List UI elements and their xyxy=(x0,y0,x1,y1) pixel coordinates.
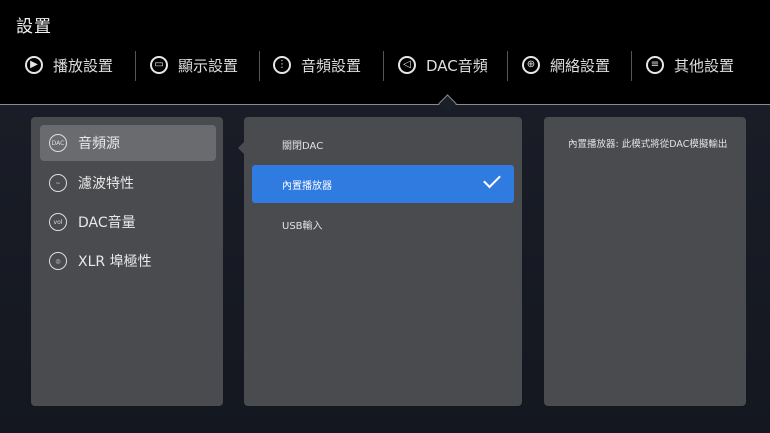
speaker-icon: ◁ xyxy=(398,56,416,74)
audio-wave-icon: ⋮ xyxy=(273,56,291,74)
top-bar: 設置 ▶ 播放設置 ▭ 顯示設置 ⋮ 音頻設置 ◁ DAC音頻 ⊕ 網絡設置 ≡… xyxy=(0,0,770,104)
option-internal-player[interactable]: 內置播放器 xyxy=(252,165,514,203)
tab-dac-audio[interactable]: ◁ DAC音頻 xyxy=(398,47,488,83)
menu-icon: ≡ xyxy=(646,56,664,74)
tab-divider xyxy=(383,51,384,81)
settings-menu-panel: DAC 音頻源 ~ 濾波特性 vol DAC音量 ◎ XLR 埠極性 xyxy=(31,117,223,406)
tab-divider xyxy=(507,51,508,81)
menu-item-filter[interactable]: ~ 濾波特性 xyxy=(40,165,216,201)
options-panel: 關閉DAC 內置播放器 USB輸入 xyxy=(244,117,522,406)
tab-label: 其他設置 xyxy=(674,56,735,75)
menu-item-audio-source[interactable]: DAC 音頻源 xyxy=(40,125,216,161)
tab-label: 音頻設置 xyxy=(301,56,362,75)
option-label: 關閉DAC xyxy=(282,140,324,152)
tab-playback-settings[interactable]: ▶ 播放設置 xyxy=(25,47,113,83)
tab-network-settings[interactable]: ⊕ 網絡設置 xyxy=(522,47,610,83)
polarity-icon: ◎ xyxy=(49,252,67,270)
menu-item-label: 濾波特性 xyxy=(78,176,134,192)
tab-label: 顯示設置 xyxy=(178,56,239,75)
display-icon: ▭ xyxy=(150,56,168,74)
dac-icon: DAC xyxy=(49,134,67,152)
menu-item-label: 音頻源 xyxy=(78,136,120,152)
tab-label: 網絡設置 xyxy=(550,56,611,75)
tab-other-settings[interactable]: ≡ 其他設置 xyxy=(646,47,734,83)
volume-icon: vol xyxy=(49,213,67,231)
menu-item-label: DAC音量 xyxy=(78,215,136,231)
menu-item-label: XLR 埠極性 xyxy=(78,254,152,270)
description-panel: 內置播放器: 此模式將從DAC模擬輸出 xyxy=(544,117,746,406)
option-label: 內置播放器 xyxy=(282,180,332,192)
menu-item-dac-volume[interactable]: vol DAC音量 xyxy=(40,204,216,240)
option-usb-input[interactable]: USB輸入 xyxy=(252,205,514,243)
option-label: USB輸入 xyxy=(282,220,323,232)
option-dac-off[interactable]: 關閉DAC xyxy=(252,125,514,163)
tab-divider xyxy=(259,51,260,81)
globe-icon: ⊕ xyxy=(522,56,540,74)
play-icon: ▶ xyxy=(25,56,43,74)
header-divider xyxy=(0,104,770,105)
tab-label: DAC音頻 xyxy=(426,56,488,75)
filter-icon: ~ xyxy=(49,174,67,192)
tab-divider xyxy=(135,51,136,81)
tab-bar: ▶ 播放設置 ▭ 顯示設置 ⋮ 音頻設置 ◁ DAC音頻 ⊕ 網絡設置 ≡ 其他… xyxy=(0,47,770,83)
page-title: 設置 xyxy=(16,17,52,37)
tab-audio-settings[interactable]: ⋮ 音頻設置 xyxy=(273,47,361,83)
menu-item-xlr-polarity[interactable]: ◎ XLR 埠極性 xyxy=(40,243,216,279)
tab-display-settings[interactable]: ▭ 顯示設置 xyxy=(150,47,238,83)
tab-label: 播放設置 xyxy=(53,56,114,75)
checkmark-icon xyxy=(483,170,501,189)
tab-divider xyxy=(631,51,632,81)
description-text: 內置播放器: 此模式將從DAC模擬輸出 xyxy=(568,139,728,150)
